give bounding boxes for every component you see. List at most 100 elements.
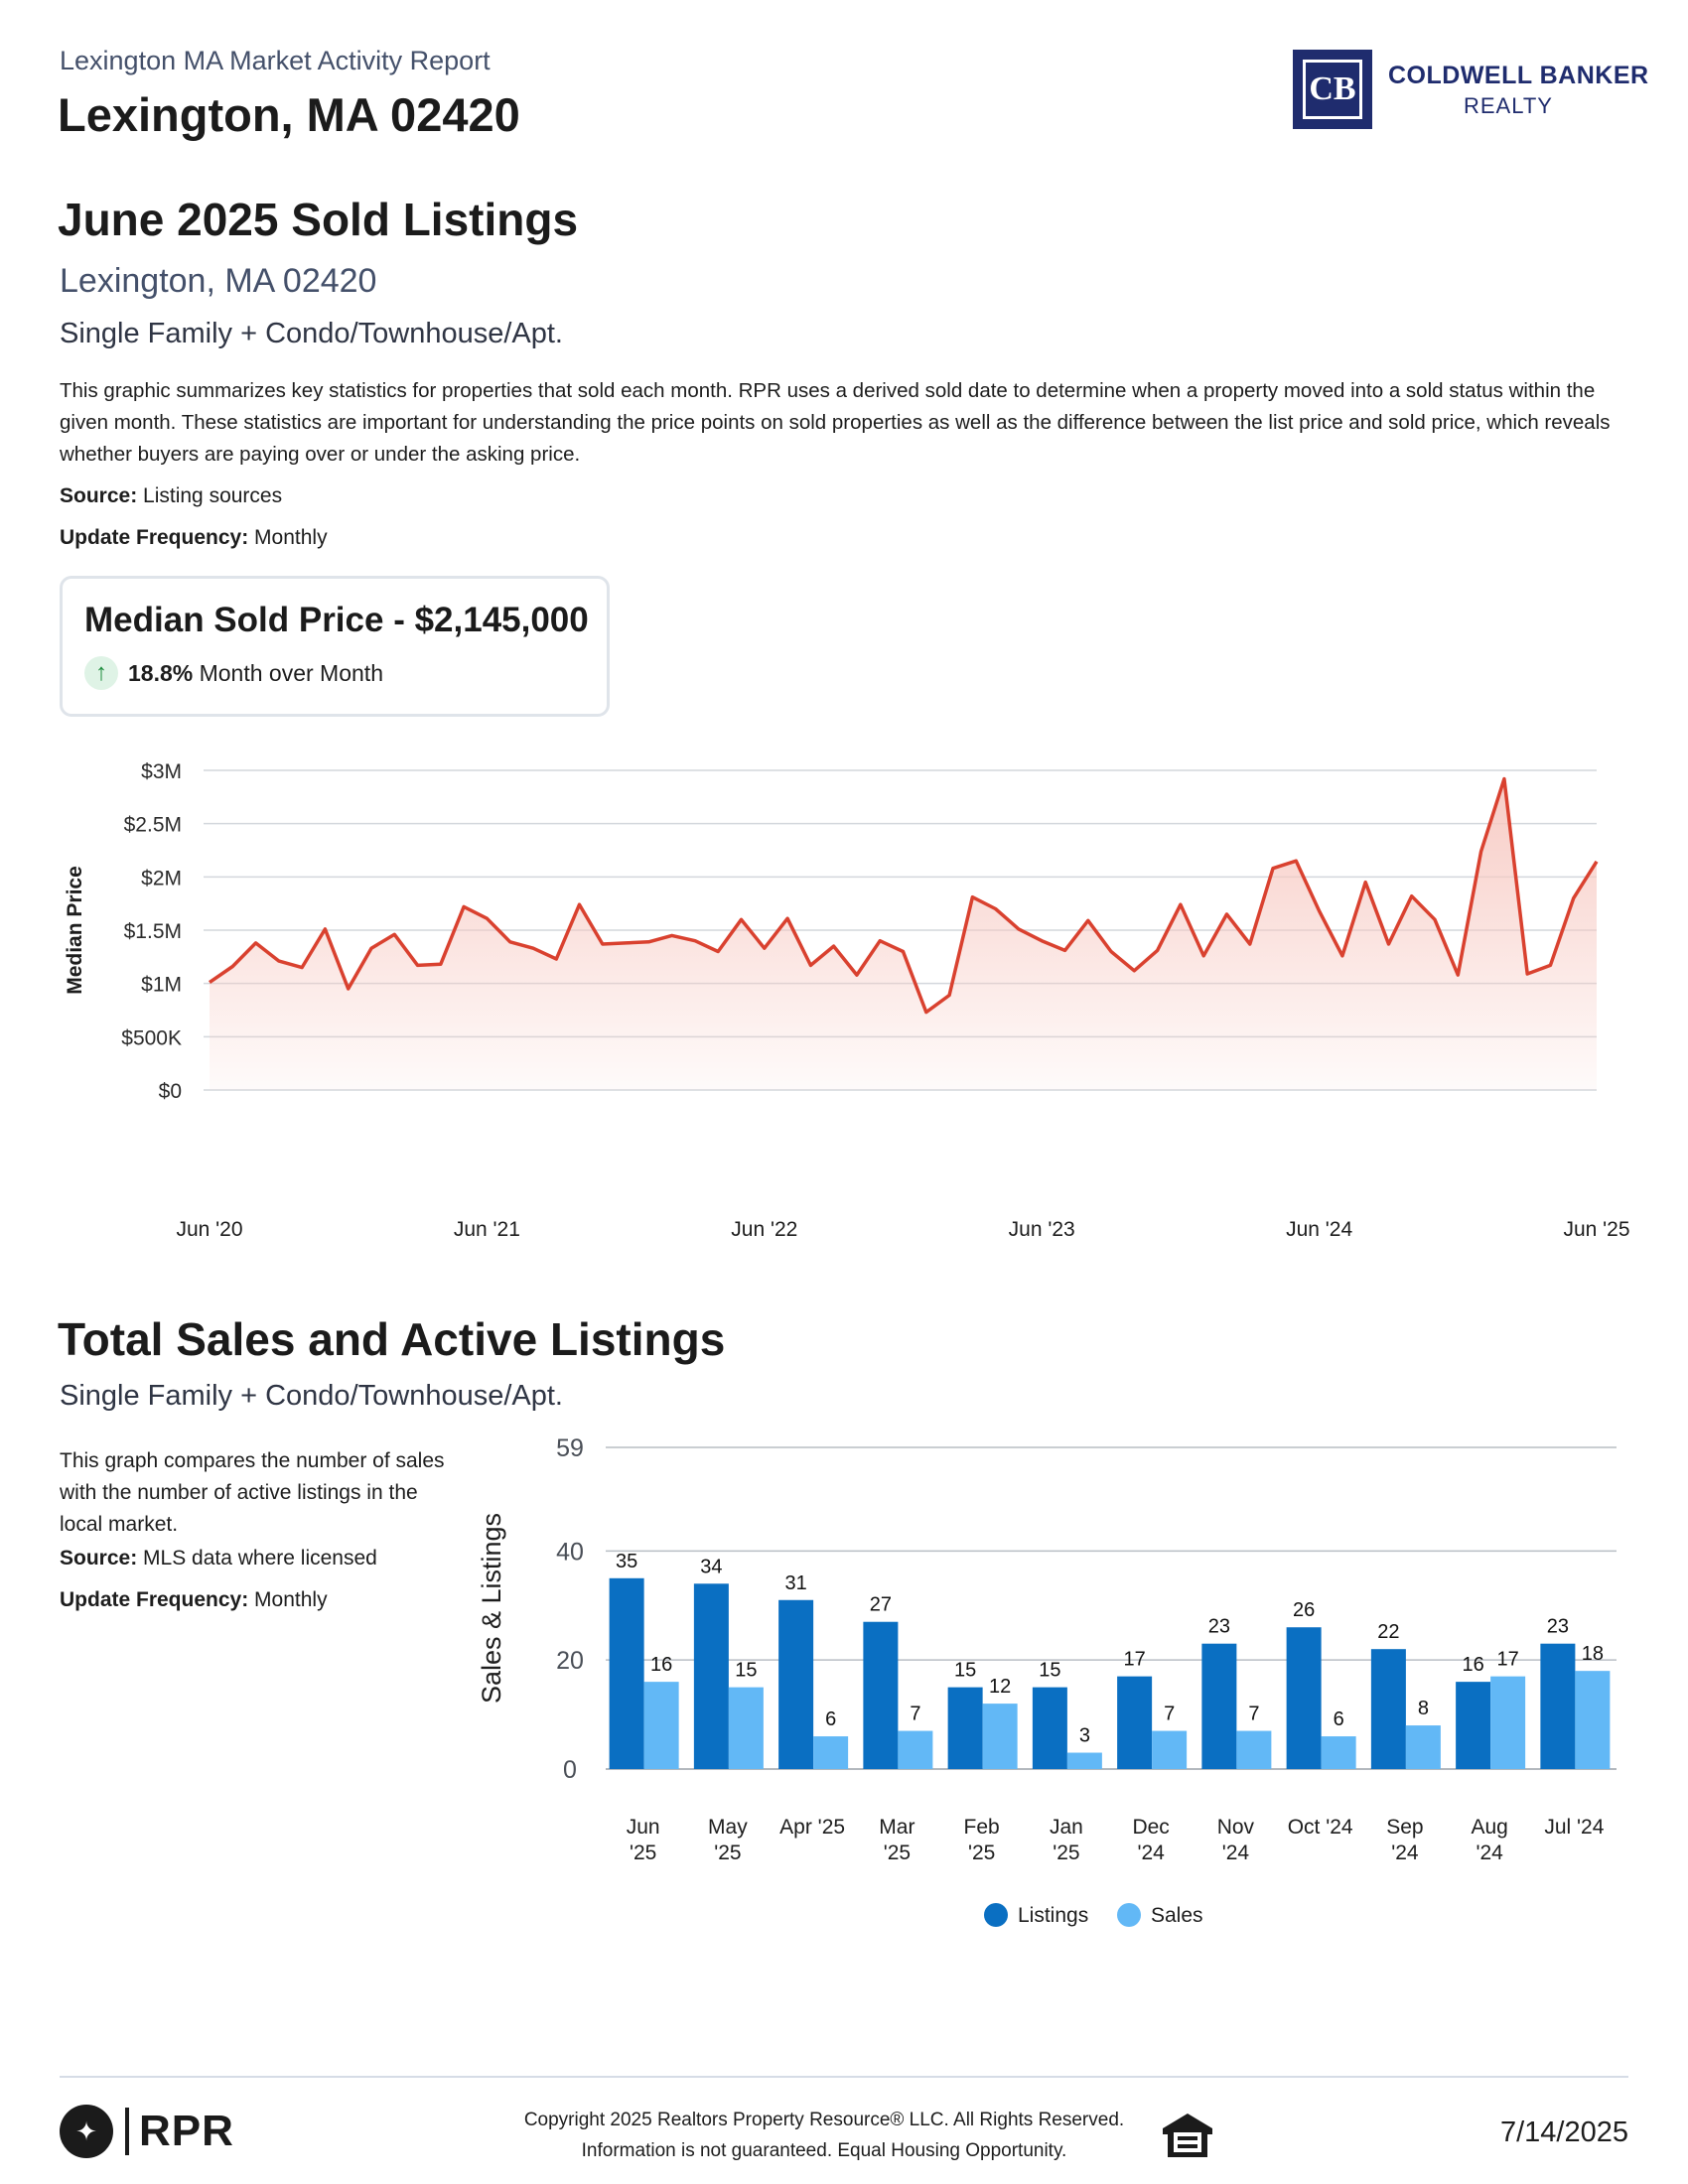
sales-value-label: 6 — [1334, 1708, 1344, 1730]
brand-name: COLDWELL BANKER — [1388, 62, 1649, 89]
listings-value-label: 17 — [1124, 1649, 1146, 1671]
x-tick-label: '25 — [968, 1842, 995, 1864]
sold-section-property-types: Single Family + Condo/Townhouse/Apt. — [60, 318, 563, 349]
listings-bar — [1540, 1643, 1576, 1769]
listings-value-label: 16 — [1463, 1654, 1484, 1676]
sales-value-label: 17 — [1497, 1649, 1519, 1671]
listings-bar — [1032, 1687, 1067, 1769]
listings-value-label: 23 — [1208, 1616, 1230, 1638]
y-tick-label: $3M — [141, 760, 182, 783]
y-axis-label: Median Price — [64, 866, 86, 995]
y-tick-label: 40 — [556, 1538, 584, 1566]
arrow-up-icon: ↑ — [84, 656, 118, 690]
source-label: Source: — [60, 1547, 138, 1570]
source-value: Listing sources — [143, 484, 283, 507]
listings-value-label: 31 — [785, 1572, 807, 1594]
source-label: Source: — [60, 484, 138, 507]
y-tick-label: 20 — [556, 1647, 584, 1675]
y-axis-label: Sales & Listings — [477, 1513, 506, 1704]
sold-section-description: This graphic summarizes key statistics f… — [60, 379, 1611, 466]
listings-bar — [863, 1621, 899, 1769]
sales-section-description: This graph compares the number of sales … — [60, 1449, 445, 1536]
x-tick-label: Apr '25 — [779, 1816, 845, 1839]
sold-section-location: Lexington, MA 02420 — [60, 262, 377, 300]
listings-bar — [1286, 1627, 1322, 1769]
x-tick-label: Jul '24 — [1544, 1816, 1604, 1839]
sales-bar — [728, 1687, 764, 1769]
listings-value-label: 22 — [1377, 1621, 1399, 1643]
x-tick-label: '25 — [630, 1842, 656, 1864]
sales-bar — [1490, 1676, 1526, 1769]
x-tick-label: Oct '24 — [1288, 1816, 1353, 1839]
place-title: Lexington, MA 02420 — [58, 88, 520, 141]
coldwell-banker-logo: CB — [1293, 50, 1372, 129]
sales-value-label: 16 — [650, 1654, 672, 1676]
x-tick-label: '25 — [1053, 1842, 1079, 1864]
sales-value-label: 7 — [1248, 1704, 1259, 1725]
rpr-icon: ✦ — [60, 2105, 113, 2158]
listings-bar — [1117, 1676, 1153, 1769]
x-tick-label: Feb — [964, 1816, 1000, 1839]
sales-value-label: 8 — [1418, 1698, 1429, 1719]
median-sold-price-title: Median Sold Price - $2,145,000 — [84, 601, 589, 639]
legend-listings-label: Listings — [1018, 1904, 1088, 1927]
x-tick-label: Jun — [627, 1816, 660, 1839]
logo-mark: CB — [1303, 60, 1362, 119]
sales-bar — [813, 1736, 849, 1769]
copyright-line-1: Copyright 2025 Realtors Property Resourc… — [523, 2110, 1125, 2130]
sales-bar — [1066, 1752, 1102, 1769]
listings-bar — [778, 1599, 814, 1769]
update-value: Monthly — [254, 1588, 328, 1611]
median-price-area — [210, 778, 1597, 1090]
listings-bar — [947, 1687, 983, 1769]
y-tick-label: $0 — [159, 1080, 182, 1103]
sold-source: Source: Listing sources — [60, 484, 282, 508]
y-tick-label: $2.5M — [124, 814, 182, 837]
x-tick-label: Nov — [1217, 1816, 1255, 1839]
sales-value-label: 3 — [1079, 1725, 1090, 1747]
x-tick-label: Jan — [1050, 1816, 1083, 1839]
report-title: Lexington MA Market Activity Report — [60, 46, 491, 75]
listings-value-label: 15 — [954, 1660, 976, 1682]
x-tick-label: Jun '24 — [1286, 1218, 1352, 1241]
median-change-label: Month over Month — [199, 659, 383, 686]
x-tick-label: '25 — [714, 1842, 741, 1864]
sales-bar — [982, 1704, 1018, 1769]
x-tick-label: Sep — [1386, 1816, 1423, 1839]
x-tick-label: Aug — [1471, 1816, 1507, 1839]
sales-value-label: 7 — [910, 1704, 920, 1725]
x-tick-label: Jun '21 — [454, 1218, 520, 1241]
listings-value-label: 35 — [616, 1551, 637, 1572]
equal-housing-icon — [1163, 2114, 1212, 2157]
update-label: Update Frequency: — [60, 1588, 249, 1611]
copyright: Copyright 2025 Realtors Property Resourc… — [496, 2105, 1152, 2166]
sales-value-label: 12 — [989, 1676, 1011, 1698]
sales-update-frequency: Update Frequency: Monthly — [60, 1588, 328, 1612]
y-tick-label: $1M — [141, 974, 182, 997]
listings-value-label: 15 — [1039, 1660, 1060, 1682]
listings-bar — [693, 1583, 729, 1769]
x-tick-label: '24 — [1137, 1842, 1165, 1864]
legend-sales-label: Sales — [1151, 1904, 1203, 1927]
sales-value-label: 7 — [1164, 1704, 1175, 1725]
sales-bar — [1575, 1671, 1611, 1769]
median-price-chart: $0 $500K $1M $1.5M $2M $2.5M $3M Jun '20 Jun '21… — [64, 760, 1630, 1241]
listings-bar — [609, 1577, 644, 1769]
median-sold-price-card: Median Sold Price - $2,145,000 ↑ 18.8% M… — [60, 576, 610, 717]
x-tick-label: '25 — [884, 1842, 911, 1864]
x-tick-label: Mar — [879, 1816, 914, 1839]
rpr-wordmark: RPR — [139, 2107, 234, 2155]
source-value: MLS data where licensed — [143, 1547, 377, 1570]
update-label: Update Frequency: — [60, 526, 249, 549]
x-tick-label: '24 — [1391, 1842, 1419, 1864]
listings-bar — [1201, 1643, 1237, 1769]
x-tick-label: '24 — [1476, 1842, 1503, 1864]
sales-bar — [643, 1682, 679, 1769]
legend-sales-swatch — [1117, 1903, 1141, 1927]
sales-source: Source: MLS data where licensed — [60, 1547, 377, 1570]
sales-bar — [1152, 1730, 1188, 1769]
rpr-divider — [125, 2108, 129, 2155]
x-tick-label: Jun '20 — [176, 1218, 242, 1241]
listings-bar — [1456, 1682, 1491, 1769]
update-value: Monthly — [254, 526, 328, 549]
